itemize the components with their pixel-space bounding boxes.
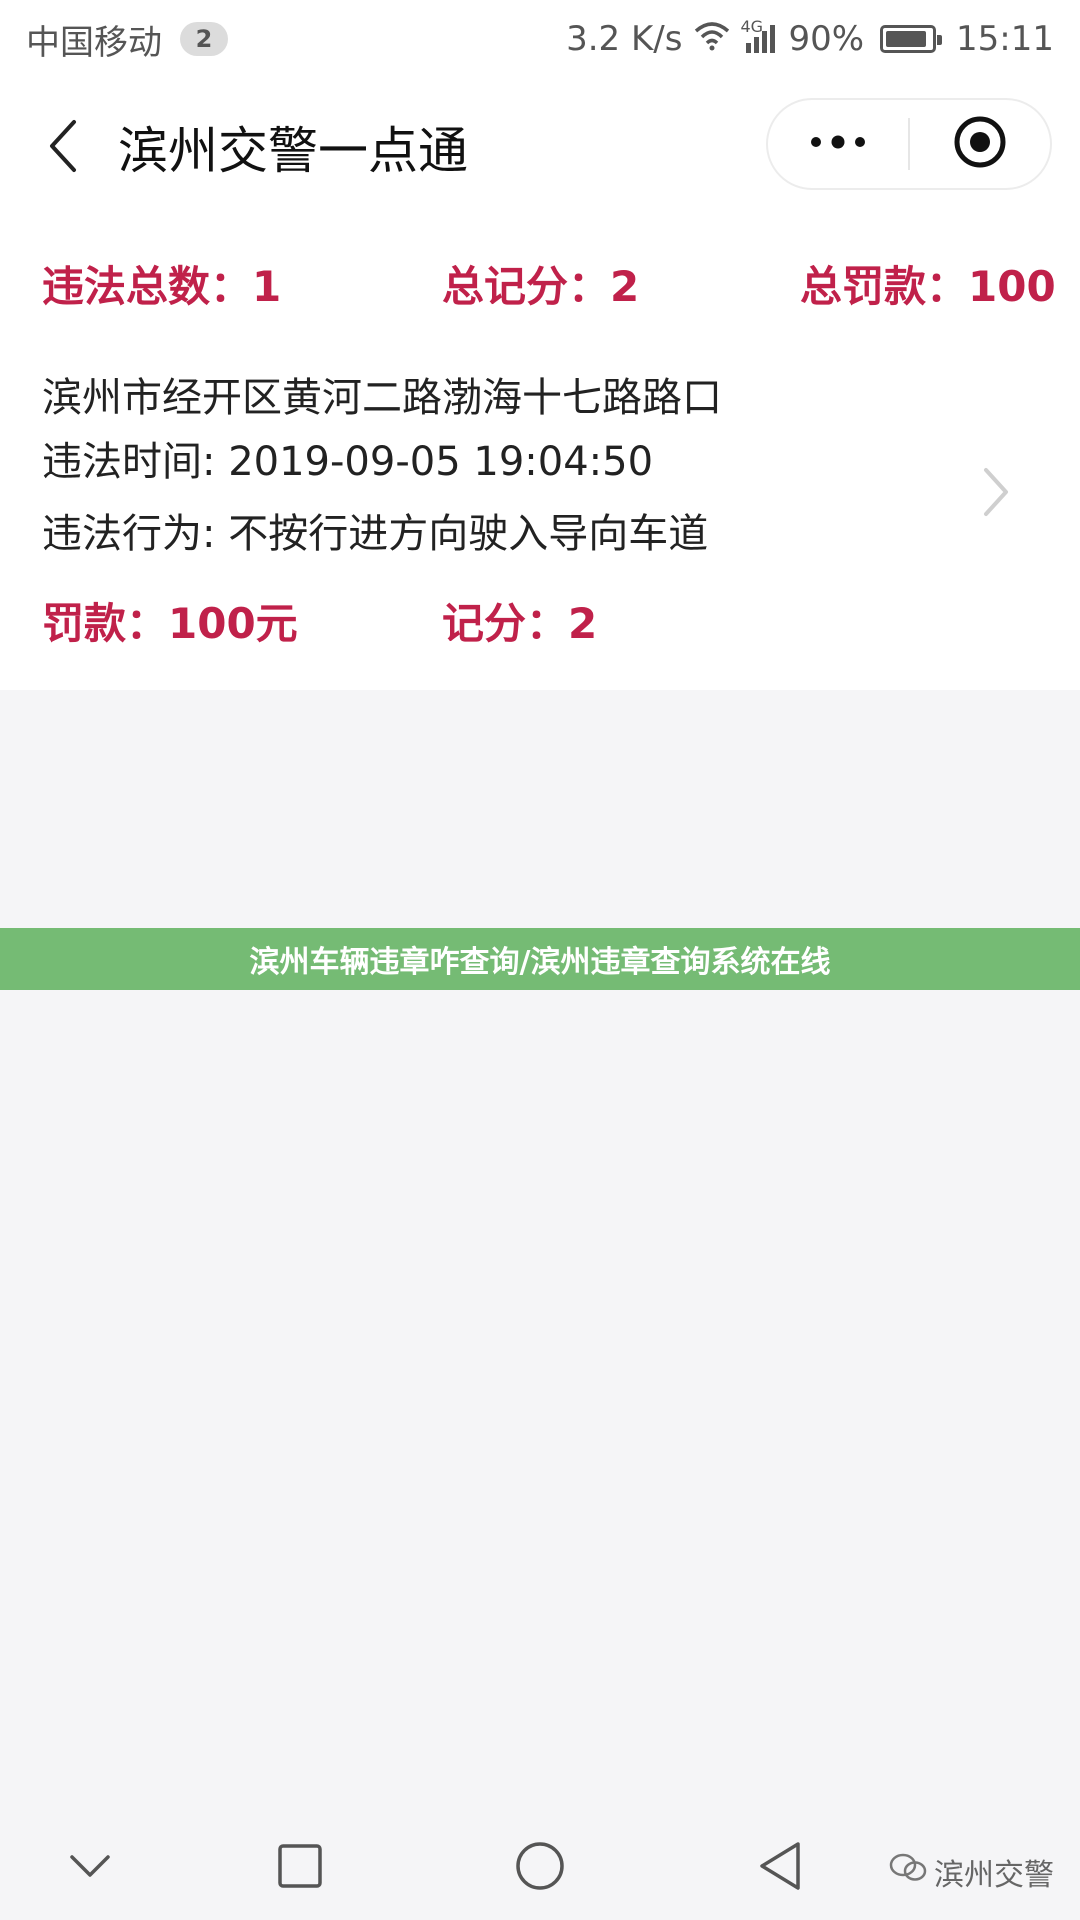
page-title: 滨州交警一点通 [118, 122, 468, 180]
close-button[interactable] [910, 100, 1050, 188]
signal-icon: 4G [740, 17, 778, 55]
status-bar-left: 中国移动 2 [26, 15, 228, 64]
nav-recents-button[interactable] [260, 1828, 340, 1908]
battery-fill [886, 31, 926, 47]
violation-fine: 罚款：100元 [42, 599, 298, 648]
triangle-back-icon [756, 1840, 804, 1896]
sim-badge: 2 [180, 22, 228, 56]
back-button[interactable] [36, 116, 92, 180]
chevron-left-icon [44, 118, 84, 178]
status-bar-right: 3.2 K/s 4G 90% 15:11 [566, 17, 1054, 60]
violation-time: 违法时间: 2019-09-05 19:04:50 [42, 439, 654, 485]
wifi-icon [692, 19, 732, 60]
chevron-down-icon [68, 1852, 112, 1884]
nav-home-button[interactable] [500, 1828, 580, 1908]
circle-icon [514, 1840, 566, 1896]
total-fine: 总罚款：100 [800, 262, 1056, 311]
app-header: 滨州交警一点通 [0, 78, 1080, 218]
battery-percent: 90% [788, 19, 865, 59]
more-dots-icon [806, 134, 870, 154]
nav-hide-button[interactable] [50, 1828, 130, 1908]
square-icon [276, 1842, 324, 1894]
wechat-icon [888, 1852, 928, 1892]
target-close-icon [952, 114, 1008, 174]
carrier-name: 中国移动 [26, 22, 162, 63]
network-type-label: 4G [740, 17, 764, 36]
total-points: 总记分：2 [442, 262, 640, 311]
violation-location: 滨州市经开区黄河二路渤海十七路路口 [42, 375, 722, 421]
miniprogram-capsule [766, 98, 1052, 190]
violation-card: 违法总数：1 总记分：2 总罚款：100 滨州市经开区黄河二路渤海十七路路口 违… [0, 218, 1080, 690]
more-button[interactable] [768, 100, 908, 188]
clock: 15:11 [956, 19, 1054, 59]
battery-icon [880, 25, 943, 53]
wechat-watermark: 滨州交警 [888, 1850, 1054, 1894]
net-speed: 3.2 K/s [566, 19, 683, 59]
chevron-right-icon [978, 462, 1014, 522]
watermark-text: 滨州交警 [934, 1858, 1054, 1893]
status-bar: 中国移动 2 3.2 K/s 4G 90% 15:11 [0, 0, 1080, 78]
title-banner: 滨州车辆违章咋查询/滨州违章查询系统在线 [0, 928, 1080, 990]
total-violations: 违法总数：1 [42, 262, 282, 311]
summary-row: 违法总数：1 总记分：2 总罚款：100 [0, 252, 1080, 322]
nav-back-button[interactable] [740, 1828, 820, 1908]
violation-points: 记分：2 [442, 599, 598, 648]
violation-record[interactable]: 滨州市经开区黄河二路渤海十七路路口 违法时间: 2019-09-05 19:04… [0, 368, 1080, 658]
violation-behavior: 违法行为: 不按行进方向驶入导向车道 [42, 511, 709, 557]
